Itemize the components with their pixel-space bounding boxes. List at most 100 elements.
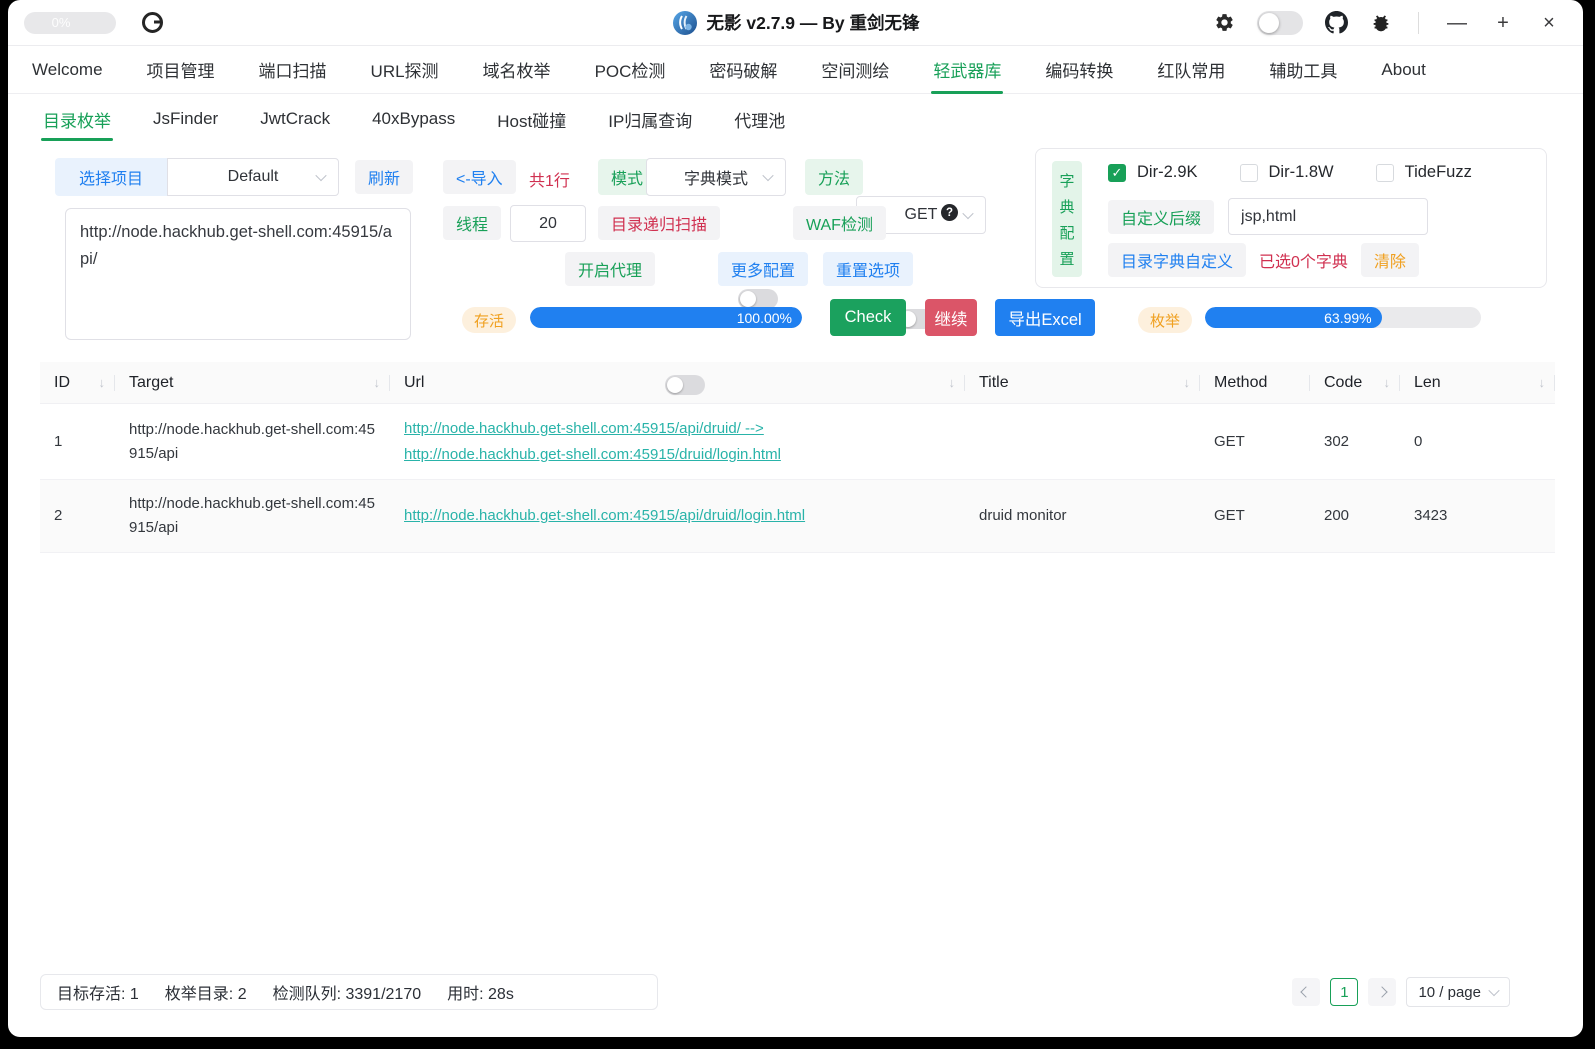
column-header-id[interactable]: ID [40, 362, 115, 403]
help-icon[interactable]: ? [941, 204, 958, 221]
column-header-len[interactable]: Len [1400, 362, 1555, 403]
nav-tab-辅助工具[interactable]: 辅助工具 [1247, 46, 1359, 93]
column-header-url[interactable]: Url [390, 362, 965, 403]
prev-page-button[interactable] [1292, 978, 1321, 1006]
mode-select-value: 字典模式 [683, 171, 748, 188]
nav-tab-Welcome[interactable]: Welcome [10, 46, 125, 93]
dict-checkbox-Dir-1.8W[interactable]: Dir-1.8W [1239, 163, 1334, 182]
table-body: 1 http://node.hackhub.get-shell.com:45915… [40, 404, 1555, 553]
results-table: ID Target Url Title Method Code Len 1 http://no… [40, 362, 1555, 553]
nav-tab-域名枚举[interactable]: 域名枚举 [461, 46, 573, 93]
dict-checkbox-Dir-2.9K[interactable]: Dir-2.9K [1108, 163, 1198, 182]
column-label: Method [1214, 373, 1268, 391]
bottom-bar: 目标存活: 1 枚举目录: 2 检测队列: 3391/2170 用时: 28s 1 1… [40, 974, 1510, 1010]
nav-tab-项目管理[interactable]: 项目管理 [125, 46, 237, 93]
result-url-link[interactable]: http://node.hackhub.get-shell.com:45915/… [404, 416, 955, 442]
refresh-button[interactable]: 刷新 [355, 160, 414, 194]
custom-suffix-label: 自定义后缀 [1108, 199, 1215, 234]
sort-icon[interactable] [1384, 375, 1391, 390]
app-title: 无影 v2.7.9 — By 重剑无锋 [706, 13, 920, 33]
custom-dict-button[interactable]: 目录字典自定义 [1108, 243, 1247, 277]
sub-tab-IP归属查询[interactable]: IP归属查询 [587, 94, 713, 144]
sort-icon[interactable] [1184, 375, 1191, 390]
pagination: 1 10 / page [1292, 977, 1510, 1007]
cell-title [965, 430, 1200, 454]
alive-badge: 存活 [462, 307, 517, 333]
nav-tab-空间测绘[interactable]: 空间测绘 [799, 46, 911, 93]
project-select[interactable]: Default [167, 158, 339, 196]
export-excel-button[interactable]: 导出Excel [995, 299, 1095, 336]
nav-tab-轻武器库[interactable]: 轻武器库 [911, 46, 1023, 94]
column-header-title[interactable]: Title [965, 362, 1200, 403]
current-page-button[interactable]: 1 [1330, 978, 1359, 1006]
checkbox-unchecked-icon[interactable] [1239, 163, 1258, 182]
checkbox-unchecked-icon[interactable] [1375, 163, 1394, 182]
suffix-input[interactable] [1228, 198, 1429, 235]
more-config-button[interactable]: 更多配置 [718, 252, 809, 286]
cell-target: http://node.hackhub.get-shell.com:45915/… [129, 420, 375, 462]
result-url-link[interactable]: http://node.hackhub.get-shell.com:45915/… [404, 442, 955, 468]
result-url-link[interactable]: http://node.hackhub.get-shell.com:45915/… [404, 503, 955, 529]
titlebar-left: 0% [24, 11, 163, 34]
dictionary-config-panel: 字典配置 Dir-2.9K Dir-1.8W TideFuzz 自定义后缀 目录字典… [1035, 148, 1547, 288]
checkbox-label: Dir-1.8W [1268, 163, 1334, 181]
recursive-scan-toggle[interactable] [738, 289, 778, 309]
mode-select[interactable]: 字典模式 [646, 158, 786, 196]
sub-tab-JwtCrack[interactable]: JwtCrack [239, 94, 351, 144]
cell-code: 200 [1324, 507, 1350, 524]
sort-icon[interactable] [99, 375, 106, 390]
g-icon[interactable] [142, 12, 163, 33]
sub-tab-Host碰撞[interactable]: Host碰撞 [476, 94, 587, 144]
sub-tab-目录枚举[interactable]: 目录枚举 [22, 94, 132, 144]
suffix-row: 自定义后缀 [1108, 198, 1429, 235]
titlebar-progress-pill: 0% [24, 11, 116, 34]
nav-tab-POC检测[interactable]: POC检测 [573, 46, 688, 93]
nav-tab-密码破解[interactable]: 密码破解 [687, 46, 799, 93]
settings-gear-icon[interactable] [1214, 12, 1235, 33]
sub-tab-40xBypass[interactable]: 40xBypass [351, 94, 476, 144]
theme-toggle[interactable] [1257, 10, 1303, 35]
minimize-button[interactable]: — [1445, 13, 1469, 33]
reset-options-button[interactable]: 重置选项 [823, 252, 914, 286]
column-header-method[interactable]: Method [1200, 362, 1310, 403]
column-label: Url [404, 373, 425, 391]
line-count-label: 共1行 [529, 173, 570, 190]
column-header-code[interactable]: Code [1310, 362, 1400, 403]
dict-checkbox-TideFuzz[interactable]: TideFuzz [1375, 163, 1472, 182]
import-button[interactable]: <-导入 [443, 160, 516, 194]
clear-dict-button[interactable]: 清除 [1360, 243, 1419, 277]
continue-button[interactable]: 继续 [925, 299, 977, 336]
threads-input[interactable] [510, 205, 586, 242]
close-button[interactable]: × [1537, 13, 1561, 33]
nav-tab-URL探测[interactable]: URL探测 [349, 46, 461, 93]
vertical-label-char: 置 [1059, 250, 1075, 268]
chevron-down-icon [315, 169, 327, 182]
nav-tab-编码转换[interactable]: 编码转换 [1023, 46, 1135, 93]
column-label: Len [1414, 373, 1441, 391]
sub-tab-代理池[interactable]: 代理池 [713, 94, 806, 144]
checkbox-checked-icon[interactable] [1108, 163, 1126, 182]
sort-icon[interactable] [949, 375, 956, 390]
cell-id: 1 [54, 432, 63, 450]
target-input[interactable] [65, 208, 411, 340]
page-size-select[interactable]: 10 / page [1406, 977, 1510, 1007]
project-select-value: Default [227, 168, 279, 185]
enum-progress-text: 63.99% [1324, 309, 1372, 326]
nav-tab-红队常用[interactable]: 红队常用 [1135, 46, 1247, 93]
cell-url: http://node.hackhub.get-shell.com:45915/… [390, 404, 965, 479]
nav-tab-端口扫描[interactable]: 端口扫描 [237, 46, 349, 93]
github-icon[interactable] [1325, 11, 1348, 34]
maximize-button[interactable]: + [1491, 13, 1515, 33]
app-logo-icon [672, 10, 698, 36]
sub-nav: 目录枚举 JsFinder JwtCrack 40xBypass Host碰撞 IP归属查… [8, 94, 1583, 144]
sort-icon[interactable] [374, 375, 381, 390]
next-page-button[interactable] [1368, 978, 1397, 1006]
threads-label: 线程 [443, 206, 502, 240]
column-header-target[interactable]: Target [115, 362, 390, 403]
sub-tab-JsFinder[interactable]: JsFinder [132, 94, 239, 144]
nav-tab-About[interactable]: About [1359, 46, 1447, 93]
bug-report-icon[interactable] [1370, 12, 1392, 34]
check-button[interactable]: Check [830, 299, 906, 336]
sort-icon[interactable] [1539, 375, 1546, 390]
recursive-scan-label: 目录递归扫描 [598, 206, 721, 240]
